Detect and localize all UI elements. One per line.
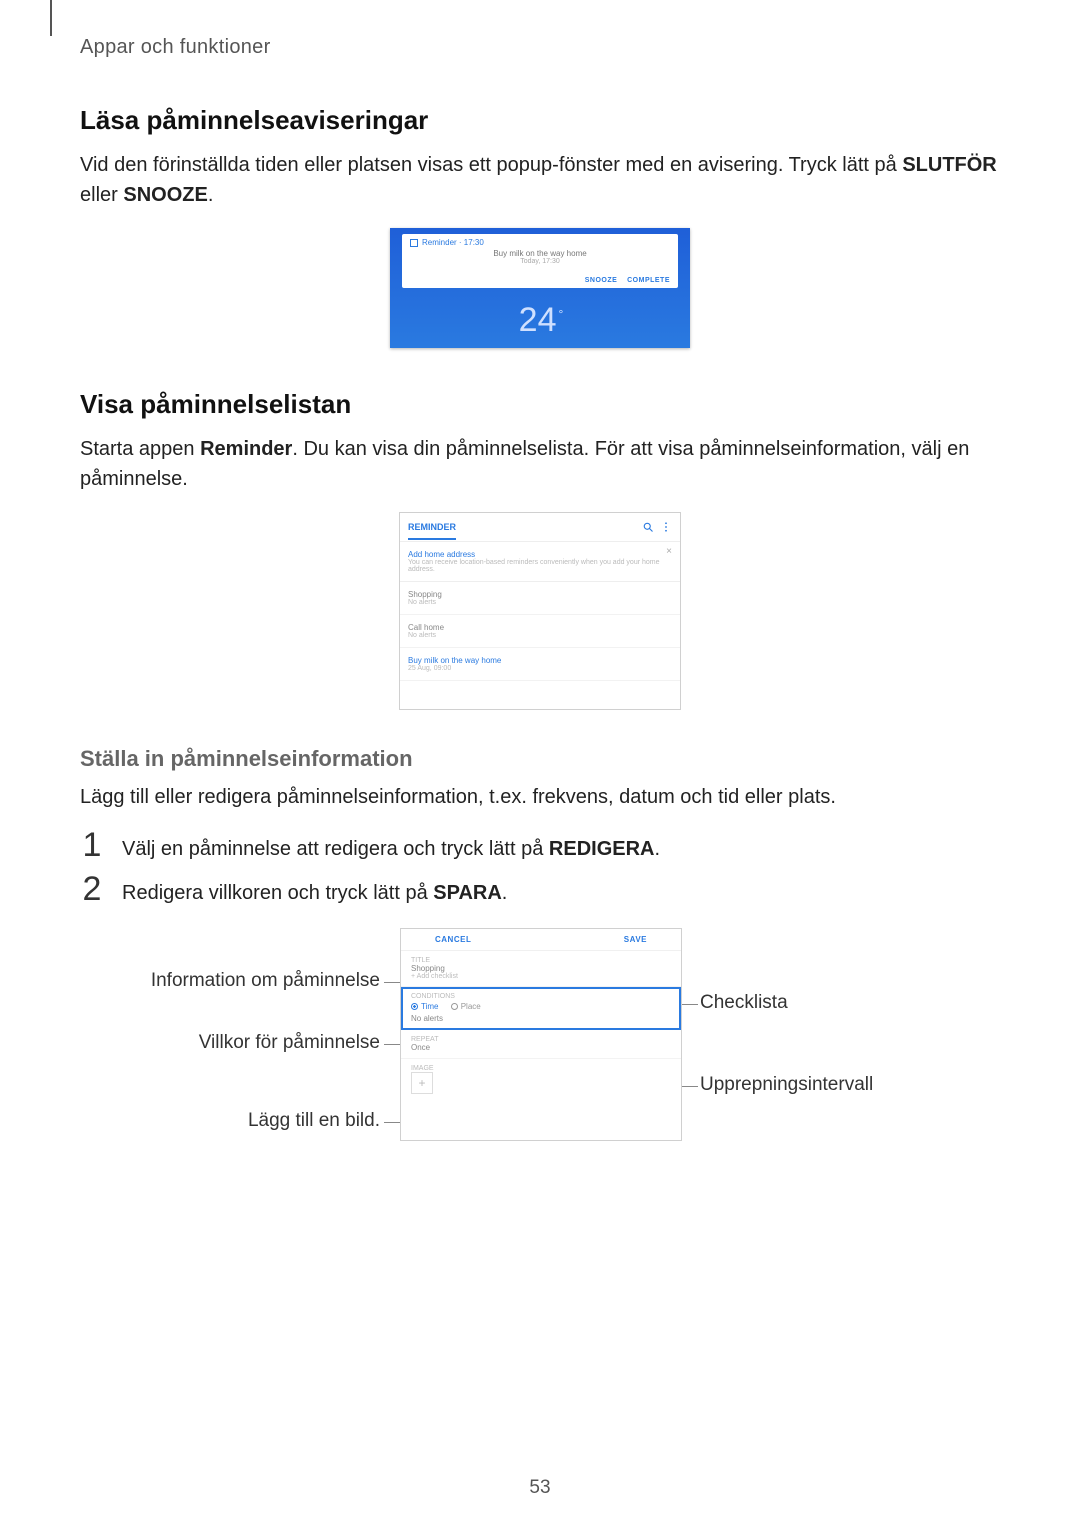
list-item: Buy milk on the way home 25 Aug, 09:00 <box>400 648 680 681</box>
save-label: SAVE <box>624 935 647 944</box>
search-icon <box>642 521 654 533</box>
callout-conditions: Villkor för påminnelse <box>110 1032 380 1054</box>
list-item: Call home No alerts <box>400 615 680 648</box>
promo-subtitle: You can receive location-based reminders… <box>408 559 672 573</box>
promo-title: Add home address <box>408 550 672 559</box>
list-item-sub: No alerts <box>408 632 672 639</box>
section1-body-bold1: SLUTFÖR <box>902 154 996 176</box>
step1-post: . <box>654 838 660 860</box>
reminder-promo-card: Add home address You can receive locatio… <box>400 542 680 582</box>
clock-number: 24 <box>519 301 557 339</box>
edit-image-section: IMAGE + <box>401 1059 681 1100</box>
edit-repeat-section: REPEAT Once <box>401 1030 681 1059</box>
page-top-rule <box>50 0 52 36</box>
figure-notification-popup: Reminder · 17:30 Buy milk on the way hom… <box>390 228 690 348</box>
step1-pre: Välj en påminnelse att redigera och tryc… <box>122 838 549 860</box>
edit-bar: CANCEL SAVE <box>401 929 681 951</box>
notification-time: Today, 17:30 <box>410 258 670 265</box>
list-item-title: Shopping <box>408 590 672 599</box>
edit-conditions-label: CONDITIONS <box>411 993 671 1000</box>
radio-place: Place <box>451 1002 481 1011</box>
reminder-list-topbar: REMINDER <box>400 513 680 542</box>
callout-add-image: Lägg till en bild. <box>110 1110 380 1132</box>
section2-body-pre: Starta appen <box>80 438 200 460</box>
list-item-title: Call home <box>408 623 672 632</box>
section-title-list: Visa påminnelselistan <box>80 389 1000 420</box>
edit-reminder-mock: CANCEL SAVE TITLE Shopping + Add checkli… <box>400 928 682 1141</box>
callout-repeat: Upprepningsintervall <box>700 1074 873 1096</box>
list-item-sub: No alerts <box>408 599 672 606</box>
section3-body: Lägg till eller redigera påminnelseinfor… <box>80 782 1000 812</box>
callout-info: Information om påminnelse <box>110 970 380 992</box>
section1-body-pre: Vid den förinställda tiden eller platsen… <box>80 154 902 176</box>
edit-repeat-label: REPEAT <box>411 1036 671 1043</box>
list-item-sub: 25 Aug, 09:00 <box>408 665 672 672</box>
leader-line <box>384 1044 400 1045</box>
step-1: 1 Välj en påminnelse att redigera och tr… <box>80 830 1000 864</box>
lockscreen-clock: 24° <box>390 301 690 340</box>
leader-line <box>682 1086 698 1087</box>
section1-body-mid: eller <box>80 184 123 206</box>
step-number: 1 <box>80 830 104 860</box>
subsection-title-edit: Ställa in påminnelseinformation <box>80 746 1000 772</box>
reminder-tab: REMINDER <box>408 522 456 532</box>
leader-line <box>384 1122 400 1123</box>
section1-body-post: . <box>208 184 214 206</box>
edit-title-section: TITLE Shopping + Add checklist <box>401 951 681 987</box>
section1-body-bold2: SNOOZE <box>123 184 207 206</box>
edit-conditions-value: No alerts <box>411 1014 671 1023</box>
notification-app-label: Reminder · 17:30 <box>410 238 670 247</box>
radio-time: Time <box>411 1002 438 1011</box>
notification-complete-action: COMPLETE <box>627 277 670 284</box>
cancel-label: CANCEL <box>435 935 471 944</box>
section2-body-bold: Reminder <box>200 438 292 460</box>
figure-reminder-list: REMINDER Add home address You can receiv… <box>399 512 681 710</box>
page-header: Appar och funktioner <box>80 36 1000 59</box>
section1-body: Vid den förinställda tiden eller platsen… <box>80 150 1000 210</box>
figure-edit-reminder-diagram: Information om påminnelse Villkor för på… <box>110 928 970 1208</box>
leader-line <box>682 1004 698 1005</box>
section2-body: Starta appen Reminder. Du kan visa din p… <box>80 434 1000 494</box>
edit-title-value: Shopping <box>411 964 671 973</box>
add-image-box: + <box>411 1072 433 1094</box>
step2-pre: Redigera villkoren och tryck lätt på <box>122 882 433 904</box>
step2-post: . <box>502 882 508 904</box>
list-item-title: Buy milk on the way home <box>408 656 672 665</box>
list-item: Shopping No alerts <box>400 582 680 615</box>
more-icon <box>660 521 672 533</box>
edit-conditions-section: CONDITIONS Time Place No alerts <box>401 987 681 1030</box>
leader-line <box>384 982 400 983</box>
page-number: 53 <box>0 1477 1080 1499</box>
edit-image-label: IMAGE <box>411 1065 671 1072</box>
notification-title: Buy milk on the way home <box>410 249 670 258</box>
step-2: 2 Redigera villkoren och tryck lätt på S… <box>80 874 1000 908</box>
step2-bold: SPARA <box>433 882 502 904</box>
notification-card: Reminder · 17:30 Buy milk on the way hom… <box>402 234 678 288</box>
callout-checklist: Checklista <box>700 992 788 1014</box>
step-number: 2 <box>80 874 104 904</box>
step1-bold: REDIGERA <box>549 838 655 860</box>
edit-title-label: TITLE <box>411 957 671 964</box>
edit-title-hint: + Add checklist <box>411 973 671 980</box>
edit-repeat-value: Once <box>411 1043 671 1052</box>
notification-snooze-action: SNOOZE <box>585 277 618 284</box>
clock-degree: ° <box>559 307 564 321</box>
section-title-notifications: Läsa påminnelseaviseringar <box>80 105 1000 136</box>
